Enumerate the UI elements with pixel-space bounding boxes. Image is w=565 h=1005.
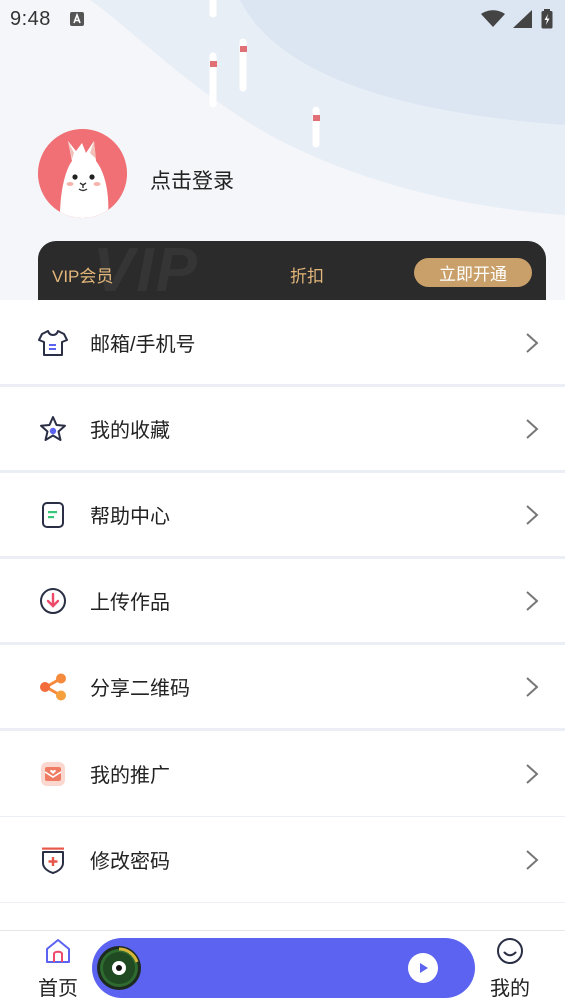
chevron-right-icon xyxy=(526,590,539,611)
alpaca-icon xyxy=(38,129,127,218)
smiley-icon xyxy=(497,938,523,964)
menu-item-upload-works[interactable]: 上传作品 xyxy=(0,559,565,645)
menu-item-help-center[interactable]: 帮助中心 xyxy=(0,473,565,559)
chevron-right-icon xyxy=(526,763,539,784)
menu-item-my-promotion[interactable]: 我的推广 xyxy=(0,731,565,817)
document-icon xyxy=(38,500,68,530)
music-player-bar[interactable] xyxy=(92,938,475,998)
shield-plus-icon xyxy=(38,845,68,875)
profile-header: 9:48 点击登录 VIP VIP会员 折扣 立即开通 xyxy=(0,0,565,300)
share-icon xyxy=(38,672,68,702)
vip-label: VIP会员 xyxy=(52,267,114,286)
wifi-icon xyxy=(481,10,505,27)
menu-item-label: 帮助中心 xyxy=(90,506,170,528)
vip-open-button[interactable]: 立即开通 xyxy=(414,258,532,287)
play-icon xyxy=(420,963,428,973)
menu-item-change-password[interactable]: 修改密码 xyxy=(0,817,565,903)
chevron-right-icon xyxy=(526,849,539,870)
tab-mine[interactable]: 我的 xyxy=(484,937,536,1001)
menu-item-favorites[interactable]: 我的收藏 xyxy=(0,387,565,473)
vip-card[interactable]: VIP VIP会员 折扣 立即开通 xyxy=(38,241,546,300)
menu-item-label: 上传作品 xyxy=(90,592,170,614)
menu-item-label: 分享二维码 xyxy=(90,678,190,700)
chevron-right-icon xyxy=(526,676,539,697)
tab-home[interactable]: 首页 xyxy=(30,937,86,1001)
chevron-right-icon xyxy=(526,504,539,525)
shirt-icon xyxy=(38,328,68,358)
promotion-icon xyxy=(38,759,68,789)
avatar[interactable] xyxy=(38,129,127,218)
home-icon xyxy=(46,939,70,963)
music-disc-icon[interactable] xyxy=(97,946,141,990)
login-link[interactable]: 点击登录 xyxy=(150,165,234,195)
tab-home-label: 首页 xyxy=(38,978,78,1000)
chevron-right-icon xyxy=(526,418,539,439)
status-time: 9:48 xyxy=(10,7,51,30)
battery-icon xyxy=(541,9,553,29)
menu-item-label: 我的收藏 xyxy=(90,420,170,442)
upload-circle-icon xyxy=(38,586,68,616)
menu-item-email-phone[interactable]: 邮箱/手机号 xyxy=(0,301,565,387)
menu-item-label: 修改密码 xyxy=(90,851,170,873)
menu-item-label: 邮箱/手机号 xyxy=(90,334,196,356)
status-bar: 9:48 xyxy=(0,0,565,38)
menu-list: 邮箱/手机号 我的收藏 帮助中心 上传作品 分享二维码 我的推广 修改密码 xyxy=(0,301,565,903)
notification-icon xyxy=(69,12,84,26)
play-button[interactable] xyxy=(408,953,438,983)
menu-item-label: 我的推广 xyxy=(90,765,170,787)
signal-icon xyxy=(513,10,532,28)
menu-item-share-qrcode[interactable]: 分享二维码 xyxy=(0,645,565,731)
bottom-tab-bar: 首页 我的 xyxy=(0,930,565,1005)
chevron-right-icon xyxy=(526,332,539,353)
tab-mine-label: 我的 xyxy=(490,978,530,1000)
star-icon xyxy=(38,414,68,444)
vip-discount: 折扣 xyxy=(290,267,324,286)
